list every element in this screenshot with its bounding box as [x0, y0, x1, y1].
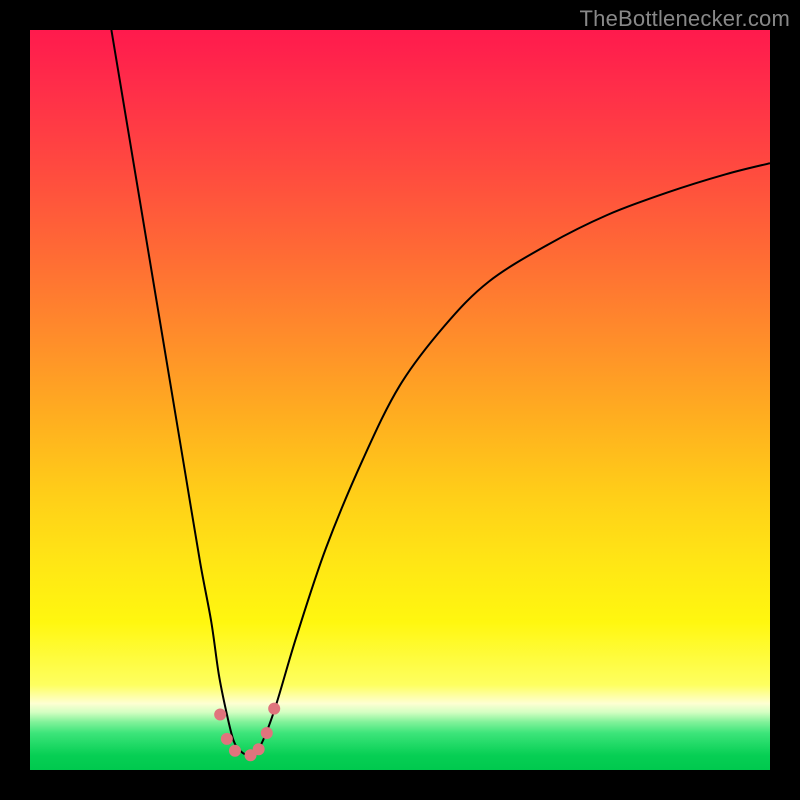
marker-pt1 [214, 709, 226, 721]
curve-overlay [30, 30, 770, 770]
marker-pt3 [229, 745, 241, 757]
chart-container: TheBottlenecker.com [0, 0, 800, 800]
bottleneck-curve [111, 30, 770, 755]
watermark-label: TheBottlenecker.com [580, 6, 790, 32]
marker-group [214, 703, 280, 762]
marker-pt5 [253, 743, 265, 755]
marker-pt7 [268, 703, 280, 715]
marker-pt2 [221, 733, 233, 745]
marker-pt6 [261, 727, 273, 739]
plot-area [30, 30, 770, 770]
